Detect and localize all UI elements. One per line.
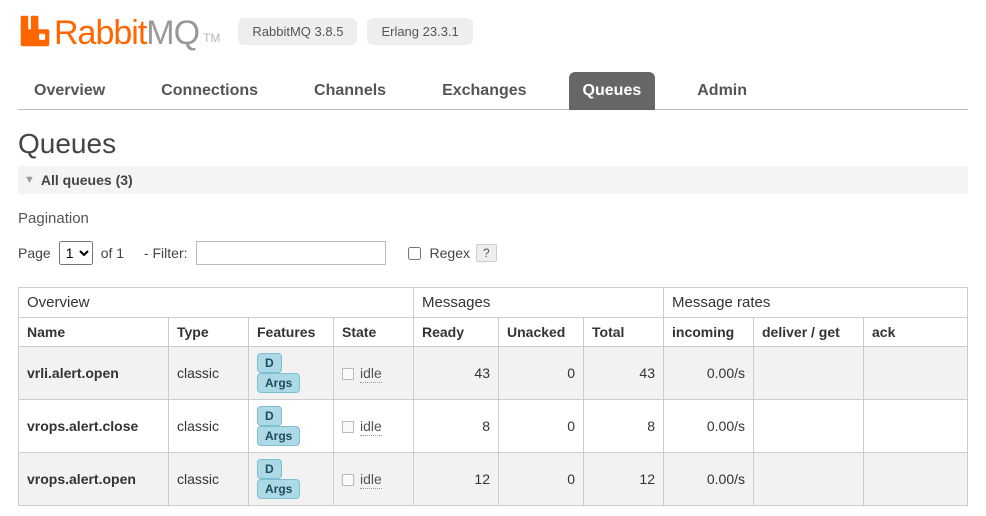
table-row: vrops.alert.closeclassicDArgsidle8080.00… (19, 400, 968, 453)
page-label: Page (18, 245, 51, 261)
cell-type: classic (169, 453, 249, 506)
colgroup-messages: Messages (414, 288, 664, 318)
cell-unacked: 0 (499, 400, 584, 453)
feature-badge-durable: D (257, 406, 282, 426)
page-title: Queues (18, 128, 968, 160)
state-indicator-icon (342, 474, 354, 486)
queues-table: Overview Messages Message rates Name Typ… (18, 287, 968, 506)
cell-ack (864, 453, 968, 506)
tab-exchanges[interactable]: Exchanges (428, 72, 540, 110)
cell-deliver-get (754, 347, 864, 400)
cell-incoming: 0.00/s (664, 453, 754, 506)
feature-badge-args: Args (257, 373, 300, 393)
cell-ready: 43 (414, 347, 499, 400)
cell-incoming: 0.00/s (664, 347, 754, 400)
cell-state: idle (334, 453, 414, 506)
page-of-label: of 1 (101, 245, 124, 261)
feature-badge-durable: D (257, 353, 282, 373)
col-ready[interactable]: Ready (414, 318, 499, 347)
logo[interactable]: RabbitMQ TM (18, 10, 220, 53)
state-indicator-icon (342, 421, 354, 433)
cell-features: DArgs (249, 400, 334, 453)
col-deliver-get[interactable]: deliver / get (754, 318, 864, 347)
col-name[interactable]: Name (19, 318, 169, 347)
pagination-heading: Pagination (18, 210, 968, 227)
cell-name[interactable]: vrli.alert.open (19, 347, 169, 400)
main-nav: Overview Connections Channels Exchanges Queu… (18, 71, 968, 110)
state-text: idle (360, 365, 382, 383)
col-ack[interactable]: ack (864, 318, 968, 347)
col-unacked[interactable]: Unacked (499, 318, 584, 347)
regex-label: Regex (430, 245, 470, 261)
col-total[interactable]: Total (584, 318, 664, 347)
cell-features: DArgs (249, 453, 334, 506)
state-indicator-icon (342, 368, 354, 380)
table-row: vrops.alert.openclassicDArgsidle120120.0… (19, 453, 968, 506)
cell-total: 8 (584, 400, 664, 453)
logo-text-primary: Rabbit (54, 14, 146, 52)
colgroup-overview: Overview (19, 288, 414, 318)
logo-trademark: TM (203, 31, 220, 45)
cell-features: DArgs (249, 347, 334, 400)
top-bar: RabbitMQ TM RabbitMQ 3.8.5 Erlang 23.3.1 (18, 10, 968, 53)
cell-type: classic (169, 400, 249, 453)
feature-badge-args: Args (257, 426, 300, 446)
filter-input[interactable] (196, 241, 386, 265)
col-features: Features (249, 318, 334, 347)
cell-ack (864, 400, 968, 453)
cell-name[interactable]: vrops.alert.close (19, 400, 169, 453)
table-row: vrli.alert.openclassicDArgsidle430430.00… (19, 347, 968, 400)
tab-channels[interactable]: Channels (300, 72, 400, 110)
caret-down-icon: ▼ (24, 174, 35, 186)
cell-state: idle (334, 347, 414, 400)
filter-label: - Filter: (144, 245, 188, 261)
cell-ack (864, 347, 968, 400)
colgroup-rates: Message rates (664, 288, 968, 318)
rabbitmq-logo-icon (18, 14, 52, 48)
regex-checkbox[interactable] (408, 247, 421, 260)
page-select[interactable]: 1 (59, 241, 93, 265)
cell-deliver-get (754, 400, 864, 453)
cell-total: 43 (584, 347, 664, 400)
col-incoming[interactable]: incoming (664, 318, 754, 347)
cell-ready: 8 (414, 400, 499, 453)
feature-badge-durable: D (257, 459, 282, 479)
section-toggle-all-queues[interactable]: ▼ All queues (3) (18, 166, 968, 194)
col-type[interactable]: Type (169, 318, 249, 347)
section-label: All queues (3) (41, 172, 133, 188)
cell-incoming: 0.00/s (664, 400, 754, 453)
tab-queues[interactable]: Queues (569, 72, 656, 110)
cell-total: 12 (584, 453, 664, 506)
logo-text-secondary: MQ (146, 14, 199, 52)
tab-overview[interactable]: Overview (20, 72, 119, 110)
col-state[interactable]: State (334, 318, 414, 347)
tab-admin[interactable]: Admin (683, 72, 761, 110)
regex-help-icon[interactable]: ? (476, 244, 497, 262)
cell-type: classic (169, 347, 249, 400)
version-badge-erlang: Erlang 23.3.1 (367, 18, 472, 45)
cell-name[interactable]: vrops.alert.open (19, 453, 169, 506)
cell-deliver-get (754, 453, 864, 506)
feature-badge-args: Args (257, 479, 300, 499)
state-text: idle (360, 418, 382, 436)
tab-connections[interactable]: Connections (147, 72, 272, 110)
pagination-controls: Page 1 of 1 - Filter: Regex ? (18, 241, 968, 265)
cell-unacked: 0 (499, 347, 584, 400)
cell-ready: 12 (414, 453, 499, 506)
state-text: idle (360, 471, 382, 489)
cell-state: idle (334, 400, 414, 453)
version-badge-rabbitmq: RabbitMQ 3.8.5 (238, 18, 357, 45)
cell-unacked: 0 (499, 453, 584, 506)
